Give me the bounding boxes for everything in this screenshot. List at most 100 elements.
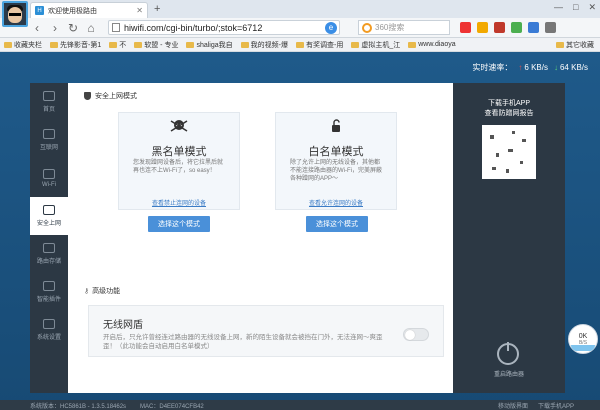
minimize-button[interactable]: — [554,2,563,13]
other-bookmarks[interactable]: 其它收藏 [556,40,594,50]
bookmark-item[interactable]: 不 [109,40,126,50]
speed-ball-unit: B/S [578,339,588,346]
reboot-label[interactable]: 重启路由器 [453,369,565,378]
qr-dot [520,161,523,164]
refresh-icon[interactable]: ↻ [66,21,80,35]
browser-tab-bar: H 欢迎使用极路由 ✕ + — □ ✕ [0,0,600,27]
key-icon: ⚷ [84,288,90,295]
blacklist-title: 黑名单模式 [151,146,207,158]
folder-icon [134,41,143,48]
nav-security[interactable]: 安全上网 [30,197,68,235]
main-content: 安全上网模式 黑名单模式 您发现蹭网设备后，将它拉黑后就再也连不上Wi-Fi了，… [68,83,453,393]
qr-dot [496,153,499,157]
menu-icon[interactable] [545,22,556,33]
whitelist-devices-link[interactable]: 查看允许连网的设备 [276,198,396,207]
page-footer: 系统版本：HC5861B - 1.3.5.18462s MAC：D4EE074C… [0,400,600,410]
mac-address: MAC：D4EE074CFB42 [140,403,204,410]
tab-close-icon[interactable]: ✕ [136,6,143,15]
nav-storage[interactable]: 路由存储 [30,235,68,273]
address-bar[interactable]: hiwifi.com/cgi-bin/turbo/;stok=6712 e [108,20,340,35]
shield-icon [84,92,91,100]
blacklist-devices-link[interactable]: 查看禁止连网的设备 [119,198,239,207]
address-url[interactable]: hiwifi.com/cgi-bin/turbo/;stok=6712 [124,23,325,33]
speed-ball-widget[interactable]: 0K B/S [568,324,598,354]
browser-tab-active[interactable]: H 欢迎使用极路由 ✕ [30,2,148,18]
gear-icon [43,319,55,329]
folder-icon [50,41,58,48]
search-placeholder[interactable]: 360搜索 [375,22,449,33]
bookmark-item[interactable]: shaliga我自 [186,40,233,50]
storage-icon [43,243,55,253]
whitelist-title: 白名单模式 [308,146,364,158]
page-icon [112,23,120,32]
wifi-icon [43,168,55,179]
back-button[interactable]: ‹ [30,21,44,35]
skull-icon [170,120,188,132]
wifi-shield-toggle[interactable] [403,328,429,341]
upload-speed: ↑ 6 KB/s [518,63,548,72]
nav-internet[interactable]: 互联网 [30,121,68,159]
extension-red-icon[interactable] [460,22,471,33]
router-page: 实时速率： ↑ 6 KB/s ↓ 64 KB/s 首页 互联网 Wi-Fi 安全上网… [0,52,600,410]
folder-icon [556,41,564,48]
download-speed: ↓ 64 KB/s [553,63,588,72]
home-icon[interactable]: ⌂ [84,21,98,35]
realtime-speed: 实时速率： ↑ 6 KB/s ↓ 64 KB/s [472,62,588,73]
router-app: 首页 互联网 Wi-Fi 安全上网 路由存储 智能插件 系统设置 安全上网模式 [30,83,565,393]
wifi-shield-title: 无线网盾 [103,320,143,331]
home-icon [43,91,55,101]
nav-plugins[interactable]: 智能插件 [30,273,68,311]
folder-icon [186,41,195,48]
power-icon[interactable] [497,342,519,365]
search-box[interactable]: 360搜索 [358,20,450,35]
qr-dot [506,169,509,173]
select-blacklist-button[interactable]: 选择这个模式 [148,216,210,232]
bookmark-item[interactable]: 收藏夹栏 [4,40,42,50]
extension-green-icon[interactable] [511,22,522,33]
bookmark-item[interactable]: 虚拟主机_江 [351,40,400,50]
folder-icon [296,41,304,48]
qr-dot [512,131,515,134]
bookmark-item[interactable]: 先锋影音-第1 [50,40,101,50]
nav-settings[interactable]: 系统设置 [30,311,68,349]
select-whitelist-button[interactable]: 选择这个模式 [306,216,368,232]
nav-home[interactable]: 首页 [30,83,68,121]
upload-arrow-icon: ↑ [518,63,523,72]
firmware-version: 系统版本：HC5861B - 1.3.5.18462s [30,403,127,410]
bookmark-item[interactable]: 有奖调查-用 [296,40,343,50]
download-app-text: 下载手机APP 查看防蹭网报告 [484,100,534,117]
bookmark-item[interactable]: 我的视频-爆 [240,40,288,50]
wifi-shield-card: 无线网盾 开启后，只允许曾经连过路由器的无线设备上网，新的陌生设备就会被挡在门外… [88,305,444,357]
speed-label: 实时速率： [472,63,513,72]
qr-dot [508,149,513,152]
globe-icon [43,129,55,139]
blacklist-desc: 您发现蹭网设备后，将它拉黑后就再也连不上Wi-Fi了，so easy！ [133,160,224,174]
qr-code [482,125,536,179]
user-avatar[interactable] [2,1,28,27]
maximize-button[interactable]: □ [573,2,578,13]
folder-icon [109,41,118,48]
bookmark-item[interactable]: 软盟 - 专业 [134,40,178,50]
ie-engine-icon[interactable]: e [325,21,337,34]
toolbar-extensions [460,22,556,33]
extension-m-icon[interactable] [477,22,488,33]
side-nav: 首页 互联网 Wi-Fi 安全上网 路由存储 智能插件 系统设置 [30,83,68,393]
folder-icon [240,41,249,48]
whitelist-card: 白名单模式 除了允许上网的无线设备，其他都不能连接路由器的Wi-Fi，完美屏蔽各… [275,112,397,210]
download-app-link[interactable]: 下载手机APP [538,401,574,410]
hiwifi-favicon-icon: H [35,6,44,15]
wifi-shield-desc: 开启后，只允许曾经连过路由器的无线设备上网，新的陌生设备就会被挡在门外，无法连网… [103,334,383,350]
new-tab-button[interactable]: + [154,3,160,15]
close-window-button[interactable]: ✕ [588,2,596,13]
forward-button[interactable]: › [48,21,62,35]
mobile-ui-link[interactable]: 移动版界面 [498,401,528,410]
bookmark-item[interactable]: www.diaoya [408,41,456,48]
extension-200-icon[interactable] [494,22,505,33]
nav-wifi[interactable]: Wi-Fi [30,159,68,197]
extension-blue-icon[interactable] [528,22,539,33]
plugin-icon [43,281,55,291]
qr-dot [522,139,526,142]
360-search-icon [362,22,372,33]
window-controls: — □ ✕ [554,2,596,13]
download-arrow-icon: ↓ [553,63,558,72]
